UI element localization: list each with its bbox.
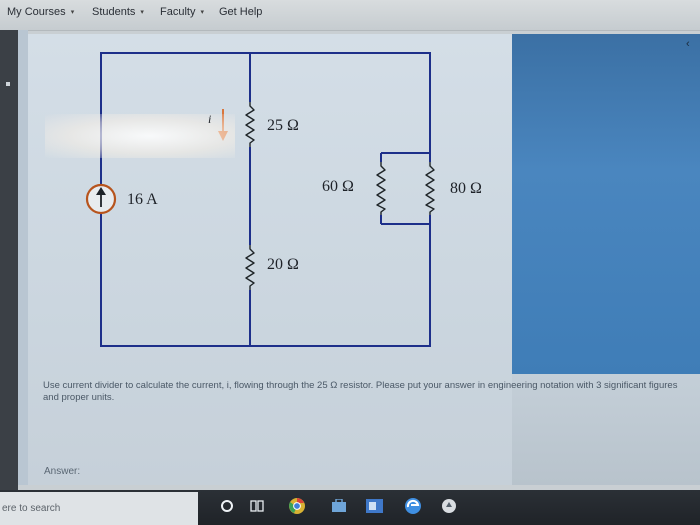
current-source <box>85 183 117 215</box>
chrome-icon[interactable] <box>288 497 306 515</box>
resistor-60-ohm <box>376 162 386 215</box>
resistor-25-label: 25 Ω <box>267 117 299 134</box>
app-icon[interactable] <box>440 497 458 515</box>
current-source-label: 16 A <box>127 191 158 208</box>
question-text: Use current divider to calculate the cur… <box>43 380 678 403</box>
store-icon[interactable] <box>330 497 348 515</box>
edge-icon[interactable] <box>404 497 422 515</box>
answer-label: Answer: <box>44 466 81 477</box>
circuit-diagram <box>85 52 435 347</box>
resistor-20-label: 20 Ω <box>267 256 299 273</box>
resistor-25-ohm <box>245 102 255 147</box>
task-view-icon[interactable] <box>248 497 266 515</box>
taskbar-search-input[interactable]: ere to search <box>0 492 198 525</box>
current-i-label: i <box>208 112 212 126</box>
resistor-20-ohm <box>245 245 255 290</box>
resistor-60-label: 60 Ω <box>322 178 354 195</box>
current-i-arrow-icon <box>218 109 228 141</box>
search-placeholder: ere to search <box>2 503 61 514</box>
cortana-circle-icon[interactable] <box>218 497 236 515</box>
resistor-80-label: 80 Ω <box>450 180 482 197</box>
outlook-icon[interactable] <box>365 497 383 515</box>
